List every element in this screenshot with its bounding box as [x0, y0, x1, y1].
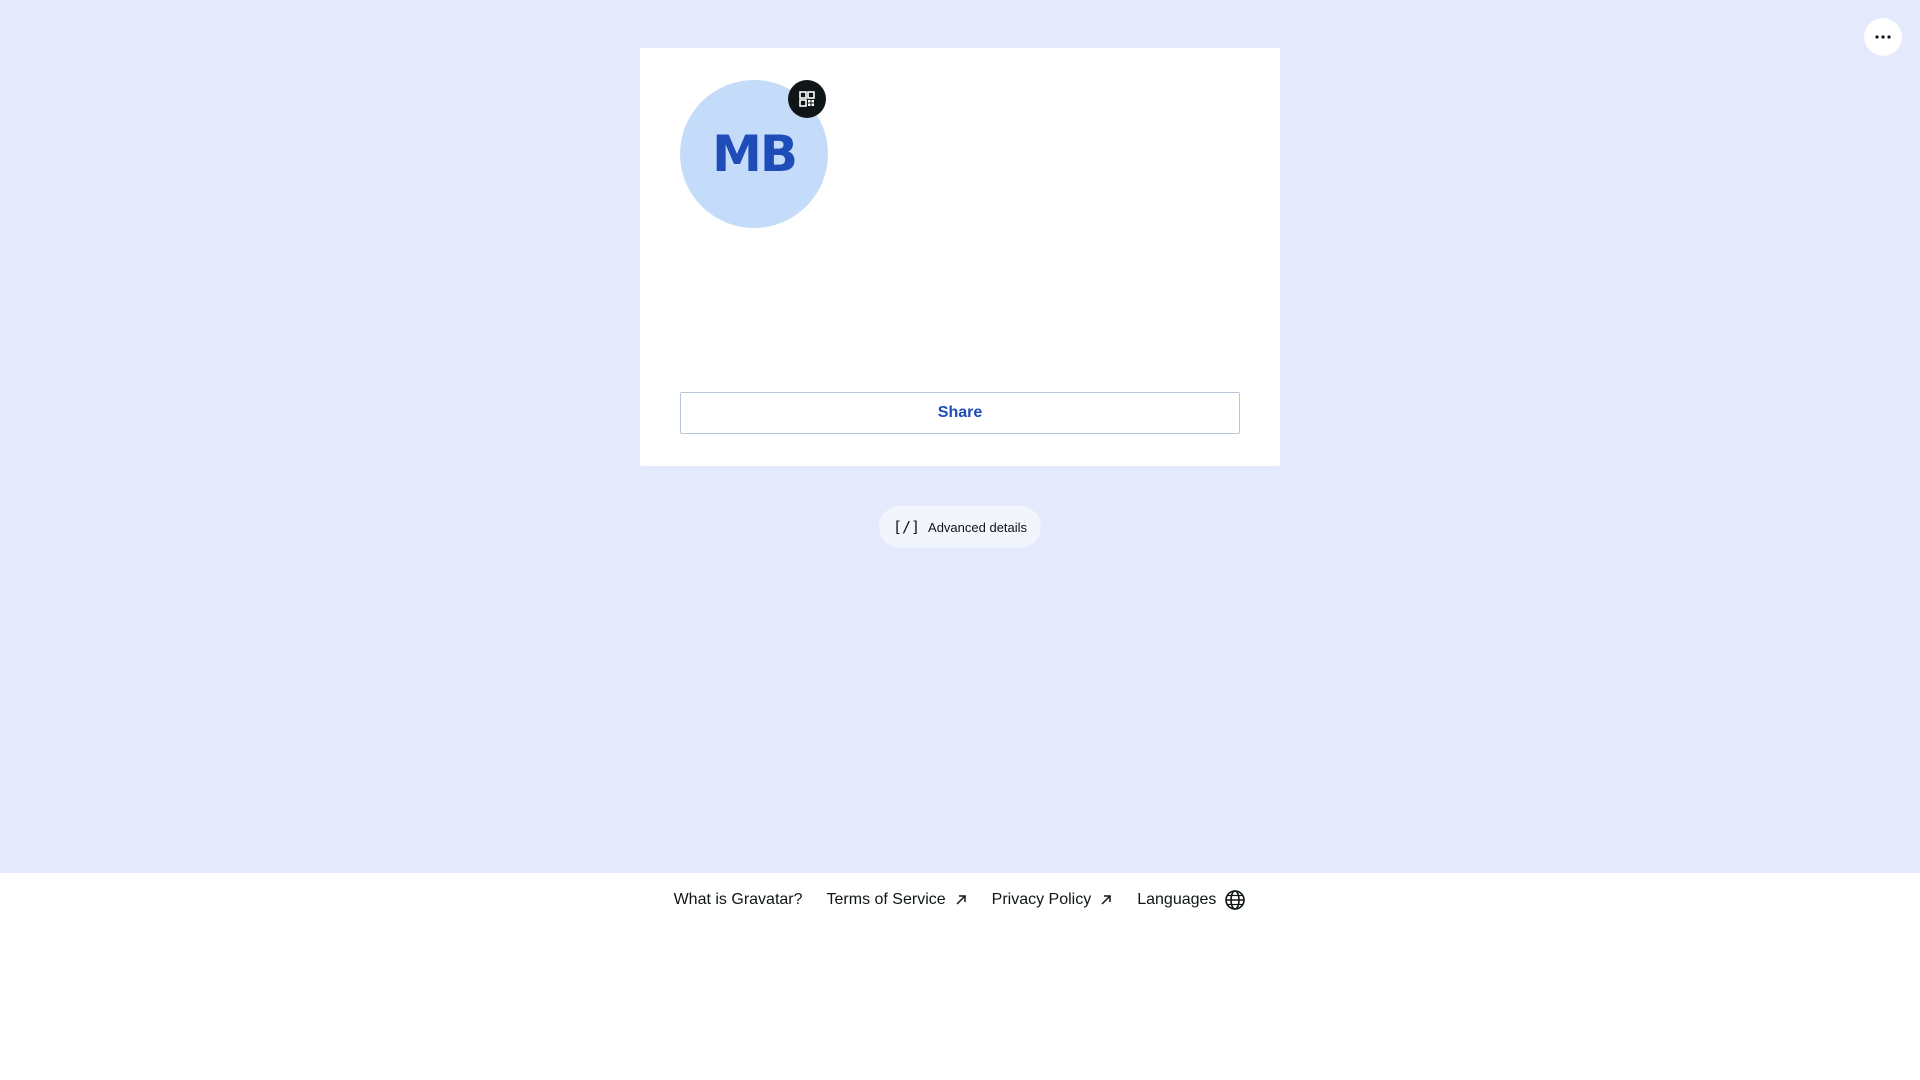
profile-card: MB Share — [640, 48, 1280, 466]
footer: What is Gravatar? Terms of Service Priva… — [0, 873, 1920, 1080]
footer-link-what-is-gravatar[interactable]: What is Gravatar? — [674, 891, 803, 909]
footer-link-terms-of-service[interactable]: Terms of Service — [827, 891, 968, 909]
advanced-details-label: Advanced details — [928, 519, 1028, 535]
external-arrow-icon — [1101, 895, 1111, 905]
footer-link-label: Languages — [1137, 891, 1217, 908]
globe-icon — [1225, 890, 1246, 910]
footer-link-privacy-policy[interactable]: Privacy Policy — [992, 891, 1114, 909]
more-horizontal-icon — [1875, 35, 1891, 39]
code-brackets-icon: [/] — [892, 518, 921, 536]
advanced-details-button[interactable]: [/] Advanced details — [879, 506, 1041, 548]
more-options-button[interactable] — [1864, 18, 1902, 56]
footer-link-label: Terms of Service — [826, 891, 946, 908]
external-arrow-icon — [956, 895, 966, 905]
share-button[interactable]: Share — [680, 392, 1240, 434]
qr-code-icon — [799, 91, 815, 107]
footer-link-label: Privacy Policy — [991, 891, 1092, 908]
footer-link-languages[interactable]: Languages — [1137, 889, 1246, 911]
avatar-initials: MB — [712, 125, 798, 183]
footer-link-label: What is Gravatar? — [673, 891, 803, 908]
footer-links: What is Gravatar? Terms of Service Priva… — [0, 873, 1920, 927]
qr-code-button[interactable] — [788, 80, 826, 118]
